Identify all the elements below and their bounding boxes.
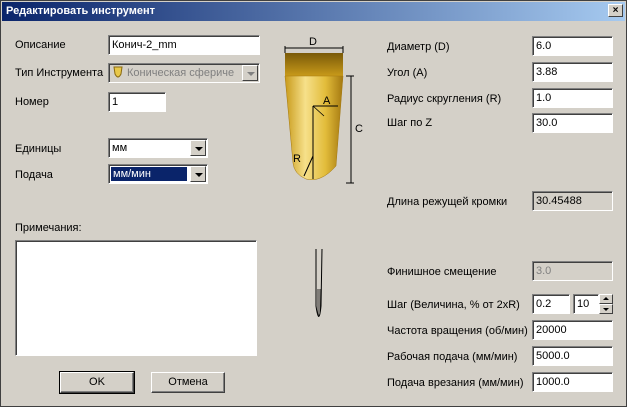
notes-label: Примечания: <box>15 222 82 234</box>
plunge-rate-input[interactable]: 1000.0 <box>532 372 613 392</box>
spin-down-icon[interactable] <box>599 304 613 314</box>
cancel-button[interactable]: Отмена <box>151 372 225 393</box>
angle-label: Угол (A) <box>387 67 428 79</box>
number-label: Номер <box>15 96 49 108</box>
label-r: R <box>293 153 301 165</box>
tool-type-value: Коническая сфериче <box>127 67 235 79</box>
title-bar: Редактировать инструмент × <box>2 2 625 21</box>
chevron-down-icon[interactable] <box>190 166 206 182</box>
spindle-speed-label: Частота вращения (об/мин) <box>387 325 528 337</box>
stepover-percent-input[interactable]: 10 <box>573 294 599 314</box>
dialog-title: Редактировать инструмент <box>6 5 156 17</box>
stepover-input[interactable]: 0.2 <box>532 294 570 314</box>
tool-type-icon <box>113 66 123 78</box>
units-value: мм <box>112 142 128 154</box>
description-label: Описание <box>15 39 66 51</box>
feedrate-input[interactable]: 5000.0 <box>532 346 613 366</box>
units-select[interactable]: мм <box>108 138 208 158</box>
label-c: C <box>355 123 363 135</box>
feed-label: Подача <box>15 169 53 181</box>
spin-up-icon[interactable] <box>599 294 613 304</box>
stepz-input[interactable]: 30.0 <box>532 113 613 133</box>
angle-input[interactable]: 3.88 <box>532 62 613 82</box>
stepover-percent-spinner[interactable] <box>599 294 613 314</box>
label-a: A <box>323 95 331 107</box>
number-input[interactable]: 1 <box>108 92 166 112</box>
feed-units-value: мм/мин <box>111 167 187 181</box>
feedrate-label: Рабочая подача (мм/мин) <box>387 351 518 363</box>
plunge-rate-label: Подача врезания (мм/мин) <box>387 377 524 389</box>
units-label: Единицы <box>15 143 62 155</box>
cutting-length-label: Длина режущей кромки <box>387 196 508 208</box>
chevron-down-icon[interactable] <box>242 65 258 81</box>
finish-offset-input: 3.0 <box>532 261 613 281</box>
spindle-speed-input[interactable]: 20000 <box>532 320 613 340</box>
edit-tool-dialog: Редактировать инструмент × Описание Кони… <box>0 0 627 407</box>
radius-input[interactable]: 1.0 <box>532 88 613 108</box>
cutting-length-value: 30.45488 <box>532 191 613 211</box>
diameter-input[interactable]: 6.0 <box>532 36 613 56</box>
finish-offset-label: Финишное смещение <box>387 266 497 278</box>
radius-label: Радиус скругления (R) <box>387 93 502 105</box>
label-d: D <box>309 36 317 48</box>
ok-button[interactable]: OK <box>59 371 135 394</box>
description-input[interactable]: Конич-2_mm <box>108 35 260 55</box>
tool-type-select[interactable]: Коническая сфериче <box>108 63 260 83</box>
tool-diagram: D A R C <box>284 36 363 317</box>
chevron-down-icon[interactable] <box>190 140 206 156</box>
tool-type-label: Тип Инструмента <box>15 67 104 79</box>
feed-units-select[interactable]: мм/мин <box>108 164 208 184</box>
diameter-label: Диаметр (D) <box>387 41 450 53</box>
stepover-label: Шаг (Величина, % от 2xR) <box>387 299 520 311</box>
notes-textarea[interactable] <box>15 240 257 356</box>
close-icon[interactable]: × <box>608 4 623 17</box>
stepz-label: Шаг по Z <box>387 117 433 129</box>
